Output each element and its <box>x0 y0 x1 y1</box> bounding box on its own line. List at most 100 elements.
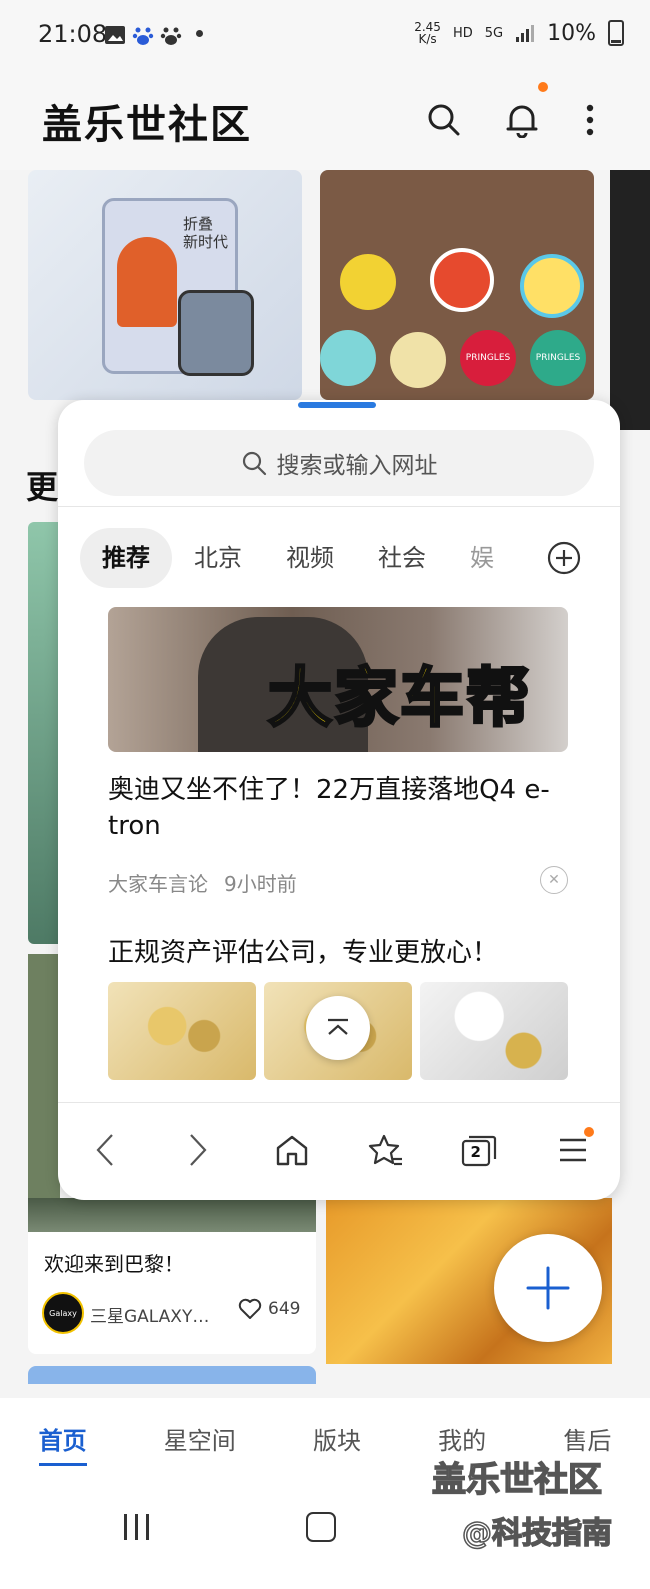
battery-icon <box>608 20 624 46</box>
chevron-right-icon <box>190 1134 207 1166</box>
section-heading-partial: 更 <box>26 468 59 506</box>
watermark-title: 盖乐世社区 <box>431 1459 603 1501</box>
feed-card-next[interactable] <box>28 1366 316 1384</box>
notification-badge <box>538 82 548 92</box>
status-right: 2.45 K/s HD 5G 10% <box>414 20 624 46</box>
fold-ad-text: 折叠 新时代 <box>183 215 229 251</box>
feed-card-edge <box>610 170 650 430</box>
search-button[interactable] <box>420 96 468 144</box>
app-title: 盖乐世社区 <box>42 102 252 148</box>
news-source: 大家车言论 <box>108 872 208 896</box>
news-thumbnail[interactable]: 大家车帮 <box>108 607 568 752</box>
tabs-button[interactable]: 2 <box>454 1125 504 1175</box>
feed-card-cookies[interactable]: PRINGLES PRINGLES <box>320 170 594 400</box>
scroll-up-icon <box>328 1018 348 1035</box>
news-tabs: 推荐 北京 视频 社会 娱 <box>80 528 600 588</box>
star-list-icon <box>368 1134 402 1166</box>
hd-label: HD <box>452 25 473 41</box>
back-button[interactable] <box>80 1125 130 1175</box>
post-card-paris[interactable]: 欢迎来到巴黎！ Galaxy 三星GALAXY… 649 <box>28 1198 316 1354</box>
search-bar[interactable]: 搜索或输入网址 <box>84 430 594 496</box>
like-button[interactable]: 649 <box>238 1298 300 1320</box>
news-title[interactable]: 奥迪又坐不住了！22万直接落地Q4 e-tron <box>108 772 568 844</box>
recents-icon-bar <box>135 1514 138 1540</box>
home-system-button[interactable] <box>306 1512 336 1542</box>
macaron-cream <box>390 332 446 388</box>
search-placeholder: 搜索或输入网址 <box>276 453 438 479</box>
nav-me[interactable]: 我的 <box>438 1421 486 1456</box>
more-button[interactable] <box>566 96 614 144</box>
ad-title[interactable]: 正规资产评估公司，专业更放心！ <box>108 932 498 969</box>
fold-person <box>117 237 177 327</box>
recents-button[interactable] <box>124 1514 149 1540</box>
tab-beijing[interactable]: 北京 <box>172 528 264 588</box>
tab-society[interactable]: 社会 <box>356 528 448 588</box>
nav-after-sales[interactable]: 售后 <box>563 1421 611 1456</box>
browser-popup[interactable]: 搜索或输入网址 推荐 北京 视频 社会 娱 大家车帮 奥迪又坐不住了！22万直接… <box>58 400 620 1200</box>
more-vertical-icon <box>586 104 594 136</box>
divider <box>58 1102 620 1103</box>
home-button[interactable] <box>267 1125 317 1175</box>
baidu-du-icon <box>160 27 182 45</box>
feed-card-green[interactable] <box>28 522 60 944</box>
drag-handle[interactable] <box>298 402 376 408</box>
home-icon <box>276 1135 308 1166</box>
feed-card-phone-left[interactable] <box>28 954 60 1234</box>
divider <box>58 506 620 507</box>
heart-icon <box>238 1298 262 1319</box>
post-author[interactable]: 三星GALAXY… <box>90 1302 209 1327</box>
menu-button[interactable] <box>548 1125 598 1175</box>
notification-dot <box>196 30 203 37</box>
app-header: 盖乐世社区 <box>0 70 650 170</box>
tab-entertainment[interactable]: 娱 <box>448 528 496 588</box>
recents-icon-bar <box>146 1514 149 1540</box>
browser-toolbar: 2 <box>58 1110 620 1190</box>
author-avatar[interactable]: Galaxy <box>42 1292 84 1334</box>
news-time: 9小时前 <box>224 872 297 896</box>
net-speed-unit: K/s <box>418 32 437 46</box>
ad-image-3[interactable] <box>420 982 568 1080</box>
tab-recommend[interactable]: 推荐 <box>80 528 172 588</box>
macaron-blue <box>320 330 376 386</box>
feed-card-fold[interactable]: 折叠 新时代 <box>28 170 302 400</box>
notification-button[interactable] <box>498 82 548 144</box>
menu-badge <box>584 1127 595 1137</box>
nav-star-space[interactable]: 星空间 <box>164 1421 236 1456</box>
recents-icon-bar <box>124 1514 127 1540</box>
add-tab-button[interactable] <box>546 540 582 576</box>
like-count: 649 <box>268 1299 301 1319</box>
scroll-top-button[interactable] <box>306 996 370 1060</box>
ad-image-1[interactable] <box>108 982 256 1080</box>
tab-video[interactable]: 视频 <box>264 528 356 588</box>
flip-phone-image <box>178 290 254 376</box>
chevron-left-icon <box>96 1134 113 1166</box>
add-circle-icon <box>547 541 581 575</box>
search-icon <box>242 451 266 476</box>
bookmarks-button[interactable] <box>361 1125 411 1175</box>
dismiss-news-button[interactable]: ✕ <box>540 866 568 894</box>
create-post-button[interactable] <box>494 1234 602 1342</box>
battery-percent: 10% <box>547 20 596 46</box>
bell-icon <box>506 105 538 138</box>
tab-count: 2 <box>470 1143 481 1161</box>
news-banner-text: 大家车帮 <box>267 661 532 738</box>
search-icon <box>428 104 460 136</box>
baidu-icon <box>132 27 154 45</box>
minion-cookie <box>340 254 396 310</box>
net-speed: 2.45 K/s <box>414 21 441 45</box>
network-type: 5G <box>484 25 504 41</box>
status-time: 21:08 <box>38 20 108 48</box>
nav-boards[interactable]: 版块 <box>313 1421 361 1456</box>
menu-icon <box>560 1138 587 1162</box>
post-caption: 欢迎来到巴黎！ <box>44 1252 184 1276</box>
gallery-icon <box>105 26 125 44</box>
pringles-green: PRINGLES <box>530 330 586 386</box>
watermark-handle: @科技指南 <box>461 1515 613 1552</box>
post-image <box>28 1198 316 1232</box>
nav-home[interactable]: 首页 <box>38 1421 87 1466</box>
red-cookie <box>430 248 494 312</box>
close-icon: ✕ <box>548 872 560 888</box>
forward-button[interactable] <box>173 1125 223 1175</box>
news-meta: 大家车言论 9小时前 <box>108 868 297 897</box>
plus-icon <box>526 1266 570 1310</box>
